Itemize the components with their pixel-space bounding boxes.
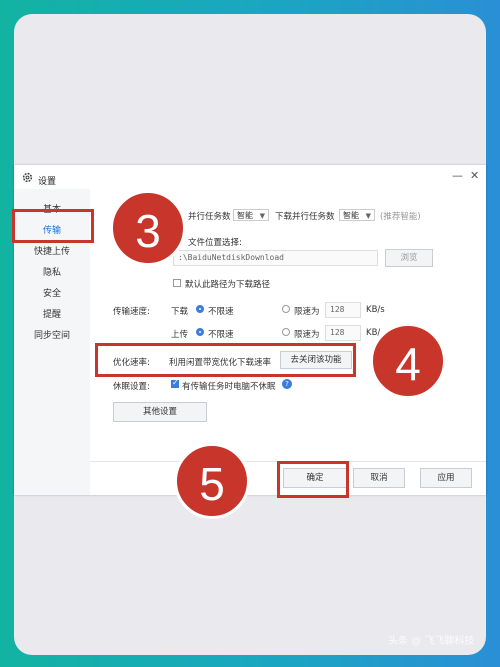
upload-tasks-select[interactable]: 智能 ▼ — [233, 209, 269, 221]
upload-limit-label: 限速为 — [294, 330, 320, 340]
highlight-ok-button — [277, 461, 349, 498]
sidebar-item-quick-upload[interactable]: 快捷上传 — [14, 244, 90, 257]
chevron-down-icon: ▼ — [259, 212, 265, 220]
browse-button[interactable]: 浏览 — [385, 249, 433, 267]
download-unlimited-radio[interactable] — [196, 305, 204, 313]
minimize-icon[interactable]: — — [452, 169, 463, 182]
dialog-title: 设置 — [38, 177, 57, 187]
prevent-sleep-label: 有传输任务时电脑不休眠 — [182, 382, 276, 392]
help-icon[interactable]: ? — [282, 379, 292, 389]
sidebar-item-reminder[interactable]: 提醒 — [14, 307, 90, 320]
download-path-field[interactable]: :\BaiduNetdiskDownload — [173, 250, 378, 266]
title-bar: 设置 — ✕ — [14, 165, 486, 189]
cancel-button[interactable]: 取消 — [353, 468, 405, 488]
upload-unlimited-radio[interactable] — [196, 328, 204, 336]
other-settings-button[interactable]: 其他设置 — [113, 402, 207, 422]
download-limit-input[interactable]: 128 — [325, 302, 361, 318]
upload-speed-label: 上传 — [171, 330, 189, 340]
download-speed-label: 下载 — [171, 307, 189, 317]
speed-label: 传输速度: — [113, 307, 150, 317]
highlight-optimize-row — [95, 343, 356, 377]
download-tasks-select[interactable]: 智能 ▼ — [339, 209, 375, 221]
step-3-badge: 3 — [110, 190, 186, 266]
recommend-hint: (推荐智能) — [380, 212, 421, 222]
apply-button[interactable]: 应用 — [420, 468, 472, 488]
upload-unlimited-label: 不限速 — [208, 330, 234, 340]
sidebar-item-security[interactable]: 安全 — [14, 286, 90, 299]
sidebar-item-sync-space[interactable]: 同步空间 — [14, 328, 90, 341]
upload-tasks-value: 智能 — [237, 211, 253, 220]
download-limit-label: 限速为 — [294, 307, 320, 317]
highlight-transfer-tab — [12, 209, 94, 243]
close-icon[interactable]: ✕ — [470, 169, 479, 182]
download-tasks-value: 智能 — [343, 211, 359, 220]
download-unlimited-label: 不限速 — [208, 307, 234, 317]
upload-limit-input[interactable]: 128 — [325, 325, 361, 341]
watermark: 头条 @ 飞飞聊科技 — [388, 636, 475, 647]
sidebar-item-privacy[interactable]: 隐私 — [14, 265, 90, 278]
upload-tasks-label: 并行任务数 — [188, 212, 231, 222]
step-4-badge: 4 — [370, 323, 446, 399]
sleep-label: 休眠设置: — [113, 382, 150, 392]
download-tasks-label: 下载并行任务数 — [275, 212, 335, 222]
location-label: 文件位置选择: — [188, 238, 242, 248]
default-path-label: 默认此路径为下载路径 — [185, 280, 271, 290]
prevent-sleep-checkbox[interactable] — [171, 378, 179, 388]
chevron-down-icon: ▼ — [365, 212, 371, 220]
download-limit-radio[interactable] — [282, 305, 290, 313]
download-unit: KB/s — [366, 305, 385, 315]
upload-limit-radio[interactable] — [282, 328, 290, 336]
default-path-checkbox[interactable] — [173, 279, 181, 287]
gear-icon — [22, 172, 33, 183]
step-5-badge: 5 — [174, 443, 250, 519]
